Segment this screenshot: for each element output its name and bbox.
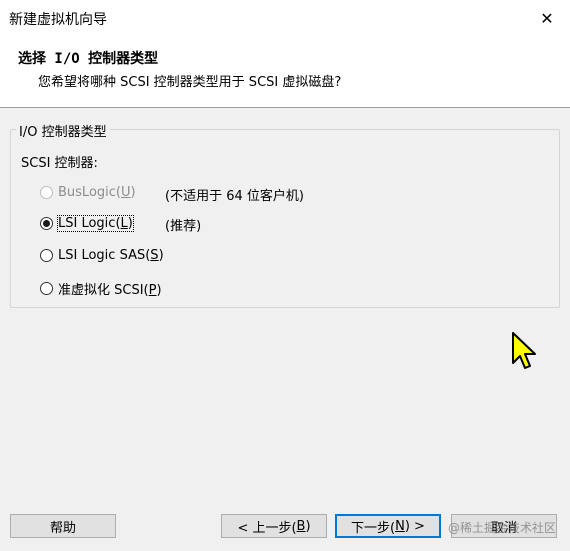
radio-label-pvscsi: 准虚拟化 SCSI(P) bbox=[58, 283, 162, 298]
radio-label-lsi-logic-sas: LSI Logic SAS(S) bbox=[58, 248, 164, 263]
buslogic-note: (不适用于 64 位客户机) bbox=[165, 189, 304, 204]
close-icon: ✕ bbox=[540, 8, 554, 28]
lsi-logic-note: (推荐) bbox=[165, 219, 202, 234]
group-legend: I/O 控制器类型 bbox=[16, 121, 110, 140]
radio-label-buslogic: BusLogic(U) bbox=[58, 185, 136, 200]
page-title: 选择 I/O 控制器类型 bbox=[18, 51, 159, 67]
radio-button-lsi-logic[interactable] bbox=[40, 217, 53, 230]
radio-button-buslogic[interactable] bbox=[40, 186, 53, 199]
radio-lsi-logic[interactable]: LSI Logic(L) bbox=[40, 215, 134, 232]
close-button[interactable]: ✕ bbox=[524, 0, 570, 36]
page-subtitle: 您希望将哪种 SCSI 控制器类型用于 SCSI 虚拟磁盘? bbox=[38, 75, 342, 90]
wizard-header: 选择 I/O 控制器类型 您希望将哪种 SCSI 控制器类型用于 SCSI 虚拟… bbox=[0, 36, 570, 108]
next-button[interactable]: 下一步(N) > bbox=[335, 514, 441, 538]
radio-label-lsi-logic: LSI Logic(L) bbox=[57, 215, 134, 232]
radio-button-lsi-logic-sas[interactable] bbox=[40, 249, 53, 262]
radio-button-pvscsi[interactable] bbox=[40, 282, 53, 295]
radio-lsi-logic-sas[interactable]: LSI Logic SAS(S) bbox=[40, 248, 164, 263]
radio-buslogic[interactable]: BusLogic(U) bbox=[40, 185, 136, 200]
window-title: 新建虚拟机向导 bbox=[9, 12, 107, 28]
scsi-controller-label: SCSI 控制器: bbox=[21, 156, 98, 171]
cursor-icon bbox=[512, 332, 536, 369]
title-bar: 新建虚拟机向导 ✕ bbox=[0, 0, 570, 36]
watermark: @稀土掘金技术社区 bbox=[447, 521, 556, 535]
help-button[interactable]: 帮助 bbox=[10, 514, 116, 538]
radio-pvscsi[interactable]: 准虚拟化 SCSI(P) bbox=[40, 279, 162, 298]
back-button[interactable]: < 上一步(B) bbox=[221, 514, 327, 538]
